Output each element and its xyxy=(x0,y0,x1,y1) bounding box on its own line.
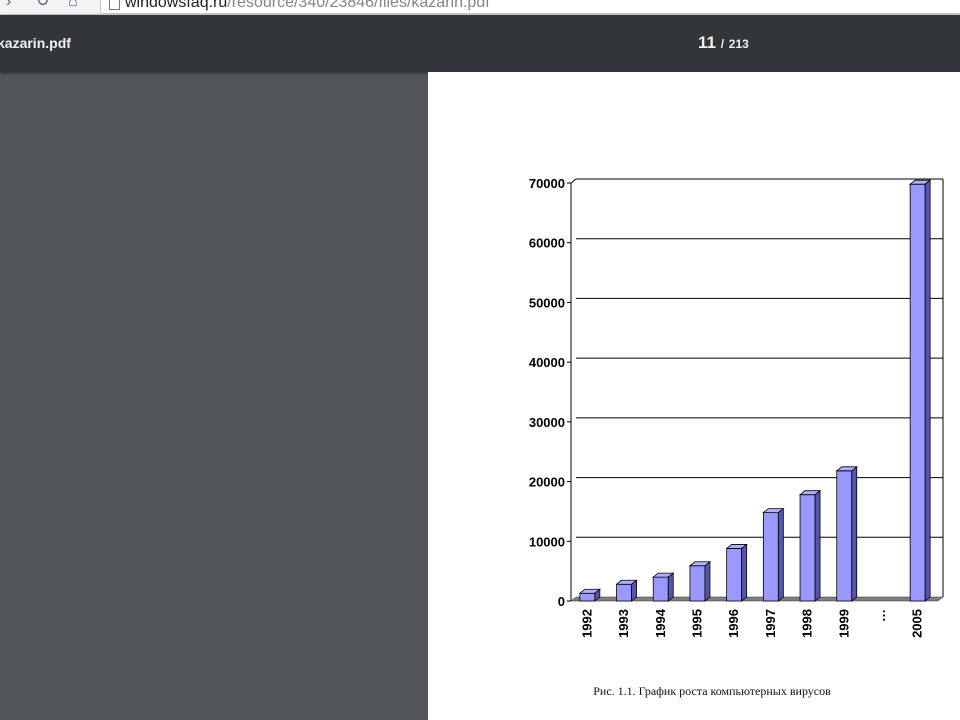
current-page-input[interactable]: 11 xyxy=(698,33,716,52)
y-axis-depth xyxy=(570,178,577,184)
bar xyxy=(652,576,669,602)
bar xyxy=(616,583,632,602)
page-counter: 11 / 213 xyxy=(698,33,749,53)
y-tick-label: 30000 xyxy=(529,415,565,430)
figure-caption: Рис. 1.1. График роста компьютерных виру… xyxy=(593,684,831,698)
x-tick-label: 1996 xyxy=(726,609,741,638)
total-pages: 213 xyxy=(728,37,749,51)
bar-side xyxy=(631,579,637,602)
x-tick-label: 1998 xyxy=(800,609,815,638)
y-tick-label: 60000 xyxy=(529,236,565,251)
url-host: windowsfaq.ru xyxy=(125,0,228,11)
bar xyxy=(909,183,926,602)
x-tick-label: 1997 xyxy=(763,609,778,638)
y-tick-label: 40000 xyxy=(529,355,565,370)
bar xyxy=(762,512,779,602)
bar-side xyxy=(814,489,821,602)
y-tick-label: 0 xyxy=(558,594,565,609)
bar-side xyxy=(741,543,748,602)
bar-side xyxy=(851,465,858,602)
x-tick-label: 2005 xyxy=(910,609,925,638)
bar xyxy=(579,592,596,602)
pdf-page: 0 10000 20000 30000 40000 50000 60000 70000 1992… xyxy=(428,72,960,720)
bar xyxy=(726,548,743,602)
x-tick-label: 1999 xyxy=(836,609,851,638)
bar-side xyxy=(704,560,711,602)
bar xyxy=(799,494,816,602)
y-tick-label: 20000 xyxy=(529,475,565,490)
url-path: /resource/340/23846/files/kazarin.pdf xyxy=(227,0,490,11)
page-icon xyxy=(109,0,120,10)
bar-side xyxy=(667,572,674,602)
reload-icon[interactable]: ↻ xyxy=(36,0,49,10)
address-bar[interactable]: windowsfaq.ru/resource/340/23846/files/k… xyxy=(100,0,960,14)
bar xyxy=(836,470,853,602)
document-title: kazarin.pdf xyxy=(0,35,71,51)
y-tick-label: 50000 xyxy=(529,295,565,310)
y-tick-label: 10000 xyxy=(529,534,565,549)
x-tick-label: 1993 xyxy=(616,609,631,638)
bar-side xyxy=(924,179,931,602)
x-tick-label: 1992 xyxy=(579,609,594,638)
browser-toolbar: › ↻ ⌂ windowsfaq.ru/resource/340/23846/f… xyxy=(0,0,960,15)
y-tick-label: 70000 xyxy=(529,176,565,191)
page-separator: / xyxy=(720,37,725,51)
bar-side xyxy=(777,507,784,602)
pdf-toolbar: kazarin.pdf 11 / 213 xyxy=(0,15,960,72)
virus-growth-chart: 0 10000 20000 30000 40000 50000 60000 70000 1992… xyxy=(529,176,944,638)
x-tick-label: 1994 xyxy=(653,608,668,638)
x-tick-label: … xyxy=(873,609,888,622)
bar xyxy=(689,565,706,602)
home-icon[interactable]: ⌂ xyxy=(68,0,78,10)
x-tick-label: 1995 xyxy=(689,609,704,638)
forward-icon[interactable]: › xyxy=(6,0,11,10)
